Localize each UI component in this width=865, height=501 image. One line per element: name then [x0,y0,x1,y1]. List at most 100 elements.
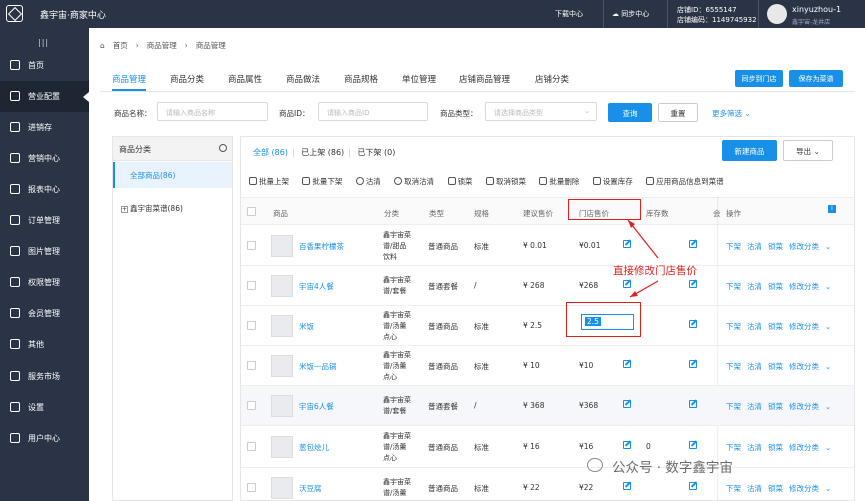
tab-unit-management[interactable]: 单位管理 [402,73,436,85]
sidebar-toggle[interactable]: ||| [38,38,49,47]
product-name-link[interactable]: 宇宙4人餐 [299,281,334,292]
info-icon[interactable]: i [828,205,836,213]
sidebar-item-members[interactable]: 会员管理 [0,298,89,329]
tab-store-category[interactable]: 店铺分类 [535,73,569,85]
sidebar-item-inventory[interactable]: 进销存 [0,112,89,143]
tab-product-management[interactable]: 商品管理 [112,73,147,91]
expand-icon[interactable]: + [121,206,128,213]
tab-product-attributes[interactable]: 商品属性 [228,73,262,85]
sidebar-item-reports[interactable]: 报表中心 [0,174,89,205]
chevron-down-icon[interactable]: ⌄ [825,443,831,452]
sidebar-item-user-center[interactable]: 用户中心 [0,423,89,454]
new-product-button[interactable]: 新建商品 [722,140,777,161]
lock-link[interactable]: 锁菜 [768,362,783,371]
off-shelf-link[interactable]: 下架 [726,362,741,371]
row-checkbox[interactable] [247,483,256,492]
lock-link[interactable]: 锁菜 [768,282,783,291]
tab-product-category[interactable]: 商品分类 [170,73,204,85]
avatar[interactable] [767,4,787,24]
search-icon[interactable] [219,144,227,152]
row-checkbox[interactable] [247,321,256,330]
sidebar-item-orders[interactable]: 订单管理 [0,205,89,236]
sidebar-item-images[interactable]: 图片管理 [0,236,89,267]
edit-price-icon[interactable] [623,441,631,449]
product-name-link[interactable]: 百香果柠檬茶 [299,241,344,252]
select-all-checkbox[interactable] [247,207,256,216]
sidebar-item-other[interactable]: 其他 [0,329,89,360]
sold-out-link[interactable]: 沽清 [747,322,762,331]
sidebar-item-business-config[interactable]: 营业配置 [0,81,89,112]
sold-out-link[interactable]: 沽清 [747,484,762,493]
lock-link[interactable]: 锁菜 [768,322,783,331]
sold-out-button[interactable]: 沽清 [355,177,381,186]
edit-stock-icon[interactable] [689,482,697,490]
store-price-input[interactable]: 2.5 [581,314,634,330]
change-category-link[interactable]: 修改分类 [789,443,819,452]
sidebar-item-marketing[interactable]: 营销中心 [0,143,89,174]
off-shelf-link[interactable]: 下架 [726,484,741,493]
edit-stock-icon[interactable] [689,320,697,328]
row-checkbox[interactable] [247,241,256,250]
change-category-link[interactable]: 修改分类 [789,484,819,493]
edit-price-icon[interactable] [623,482,631,490]
query-button[interactable]: 查询 [608,103,652,122]
edit-stock-icon[interactable] [689,400,697,408]
change-category-link[interactable]: 修改分类 [789,282,819,291]
change-category-link[interactable]: 修改分类 [789,402,819,411]
tab-product-spec[interactable]: 商品规格 [344,73,378,85]
user-name[interactable]: xinyuzhou-1 [792,5,841,14]
chevron-down-icon[interactable]: ⌄ [825,242,831,251]
chevron-down-icon[interactable]: ⌄ [825,484,831,493]
row-checkbox[interactable] [247,442,256,451]
lock-button[interactable]: 锁菜 [447,177,473,186]
sidebar-item-home[interactable]: 首页 [0,50,89,81]
tab-store-products[interactable]: 店铺商品管理 [459,73,510,85]
reset-button[interactable]: 重置 [658,103,698,122]
status-all[interactable]: 全部 (86) [253,148,288,157]
product-name-link[interactable]: 沃豆腐 [299,483,322,494]
sold-out-link[interactable]: 沽清 [747,402,762,411]
status-off-shelf[interactable]: 已下架 (0) [357,148,395,157]
sync-to-store-button[interactable]: 同步到门店 [735,70,783,87]
edit-stock-icon[interactable] [689,240,697,248]
table-row[interactable]: 葱包烩儿 鑫宇宙菜 谱/汤羹 点心 普通商品 标准 ¥ 16 ¥16 0 下架 沽清 锁菜 修改分类 ⌄ [241,426,854,468]
unlock-button[interactable]: 取消锁菜 [485,177,526,186]
edit-stock-icon[interactable] [689,280,697,288]
row-checkbox[interactable] [247,361,256,370]
sidebar-item-permissions[interactable]: 权限管理 [0,267,89,298]
off-shelf-link[interactable]: 下架 [726,242,741,251]
product-name-link[interactable]: 葱包烩儿 [299,442,329,453]
set-stock-button[interactable]: 设置库存 [592,177,633,186]
change-category-link[interactable]: 修改分类 [789,322,819,331]
product-name-link[interactable]: 米饭 [299,321,314,332]
category-tree-item[interactable]: + 鑫宇宙菜谱(86) [121,203,183,214]
apply-to-menu-button[interactable]: 应用商品信息到菜谱 [646,177,724,186]
sold-out-link[interactable]: 沽清 [747,362,762,371]
off-shelf-link[interactable]: 下架 [726,282,741,291]
product-name-input[interactable]: 请输入商品名称 [157,102,268,121]
table-row[interactable]: 米饭 鑫宇宙菜 谱/汤羹 点心 普通商品 标准 ¥ 2.5 下架 沽清 锁菜 修改分类 ⌄ [241,306,854,346]
row-checkbox[interactable] [247,281,256,290]
sold-out-link[interactable]: 沽清 [747,282,762,291]
table-row[interactable]: 百香果柠檬茶 鑫宇宙菜 谱/甜品 饮料 普通商品 标准 ¥ 0.01 ¥0.01 下架 沽清 锁菜修… [241,226,854,266]
chevron-down-icon[interactable]: ⌄ [825,322,831,331]
category-all-products[interactable]: 全部商品(86) [113,162,232,188]
chevron-down-icon[interactable]: ⌄ [825,402,831,411]
chevron-down-icon[interactable]: ⌄ [825,282,831,291]
edit-stock-icon[interactable] [689,441,697,449]
edit-price-icon[interactable] [623,400,631,408]
download-center-link[interactable]: 下载中心 [555,9,583,19]
sold-out-link[interactable]: 沽清 [747,242,762,251]
off-shelf-link[interactable]: 下架 [726,443,741,452]
lock-link[interactable]: 锁菜 [768,484,783,493]
sidebar-item-settings[interactable]: 设置 [0,392,89,423]
more-filters-link[interactable]: 更多筛选 ⌄ [712,108,751,119]
table-row[interactable]: 米饭一品锅 鑫宇宙菜 谱/汤羹 点心 普通商品 标准 ¥ 10 ¥10 下架 沽清 锁菜 修改分类 ⌄ [241,346,854,386]
table-row[interactable]: 宇宙6人餐 鑫宇宙菜 谱/套餐 普通套餐 / ¥ 368 ¥368 下架 沽清 锁菜 修改分类 ⌄ [241,386,854,426]
lock-link[interactable]: 锁菜 [768,242,783,251]
status-on-shelf[interactable]: 已上架 (86) [301,148,344,157]
breadcrumb-item[interactable]: 商品管理 [147,41,177,50]
batch-delete-button[interactable]: 批量删除 [539,177,579,186]
off-shelf-link[interactable]: 下架 [726,322,741,331]
chevron-down-icon[interactable]: ⌄ [825,362,831,371]
